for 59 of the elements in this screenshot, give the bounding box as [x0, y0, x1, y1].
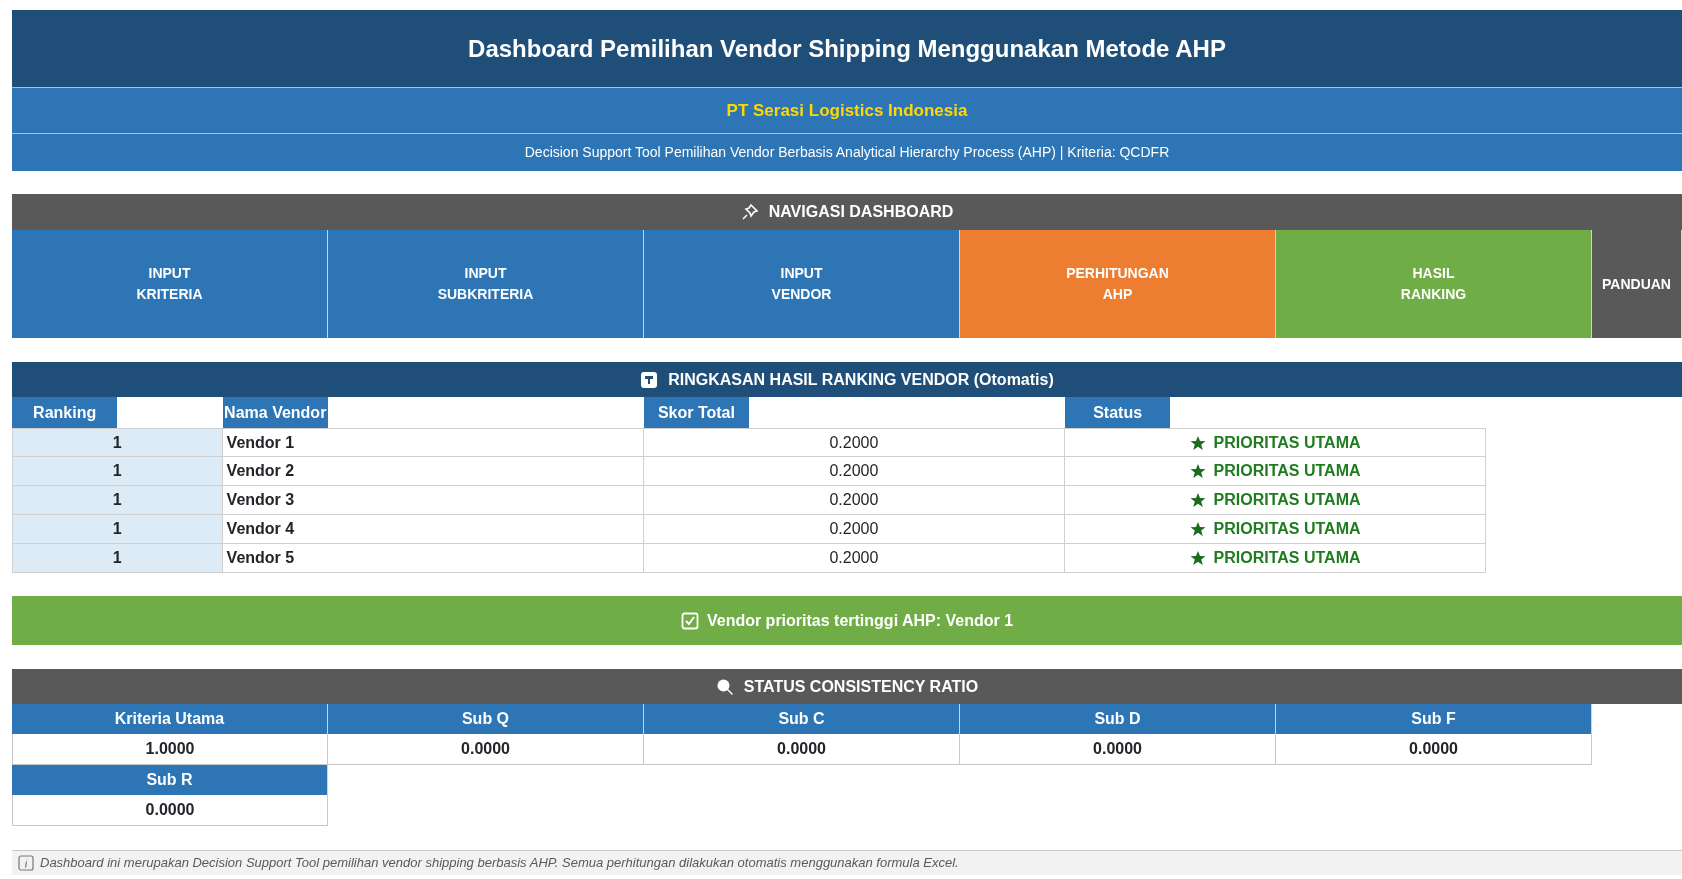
column-header: Nama Vendor — [222, 397, 328, 428]
score-cell: 0.2000 — [643, 486, 1065, 515]
score-cell: 0.2000 — [643, 515, 1065, 544]
footer-note: Dashboard ini merupakan Decision Support Tool pemilihan vendor shipping berbasis AHP. Semua perhitungan dilakukan otomatis menggunakan formula Excel. — [40, 854, 959, 873]
column-header: Kriteria Utama — [12, 704, 328, 734]
section-title: RINGKASAN HASIL RANKING VENDOR (Otomatis) — [668, 369, 1054, 390]
nav-button[interactable]: PERHITUNGAN AHP — [960, 230, 1276, 338]
checkbox-icon — [680, 611, 699, 630]
company-name: PT Serasi Logistics Indonesia — [12, 88, 1682, 134]
column-header: Skor Total — [643, 397, 750, 428]
status-label: PRIORITAS UTAMA — [1213, 490, 1361, 510]
pushpin-icon — [740, 203, 759, 221]
section-title: NAVIGASI DASHBOARD — [768, 202, 954, 222]
subtitle: Decision Support Tool Pemilihan Vendor Berbasis Analytical Hierarchy Process (AHP) | Kriteria: QCDFR — [12, 134, 1682, 171]
column-header: Ranking — [12, 397, 118, 428]
star-icon — [1189, 550, 1206, 566]
column-header: Sub F — [1276, 704, 1592, 734]
ratio-value: 0.0000 — [12, 795, 328, 826]
vendor-name: Vendor 3 — [222, 486, 644, 515]
column-header: Status — [1064, 397, 1171, 428]
ratio-value: 0.0000 — [1276, 734, 1592, 765]
score-cell: 0.2000 — [643, 428, 1065, 457]
vendor-name: Vendor 4 — [222, 515, 644, 544]
column-header: Sub R — [12, 765, 328, 795]
rank-cell: 1 — [12, 457, 223, 486]
nav-button[interactable]: INPUT KRITERIA — [12, 230, 328, 338]
rank-cell: 1 — [12, 486, 223, 515]
nav-button[interactable]: INPUT SUBKRITERIA — [328, 230, 644, 338]
nav-button[interactable]: INPUT VENDOR — [644, 230, 960, 338]
status-label: PRIORITAS UTAMA — [1213, 461, 1361, 481]
dashboard-title: Dashboard Pemilihan Vendor Shipping Menggunakan Metode AHP — [12, 10, 1682, 88]
star-icon — [1189, 521, 1206, 537]
star-icon — [1189, 434, 1206, 451]
star-icon — [1189, 463, 1206, 479]
status-label: PRIORITAS UTAMA — [1213, 432, 1361, 453]
column-header: Sub Q — [328, 704, 644, 734]
rank-cell: 1 — [12, 428, 223, 457]
score-cell: 0.2000 — [643, 457, 1065, 486]
rank-cell: 1 — [12, 544, 223, 573]
ratio-value: 0.0000 — [644, 734, 960, 765]
rank-cell: 1 — [12, 515, 223, 544]
nav-button[interactable]: PANDUAN — [1592, 230, 1682, 338]
status-label: PRIORITAS UTAMA — [1213, 519, 1361, 539]
vendor-name: Vendor 1 — [222, 428, 644, 457]
score-cell: 0.2000 — [643, 544, 1065, 573]
column-header: Sub D — [960, 704, 1276, 734]
info-icon — [18, 855, 34, 871]
vendor-name: Vendor 5 — [222, 544, 644, 573]
column-header: Sub C — [644, 704, 960, 734]
ratio-value: 0.0000 — [328, 734, 644, 765]
search-icon — [715, 677, 734, 696]
status-label: PRIORITAS UTAMA — [1213, 548, 1361, 568]
ratio-value: 0.0000 — [960, 734, 1276, 765]
board-icon — [640, 370, 659, 389]
nav-button[interactable]: HASIL RANKING — [1276, 230, 1592, 338]
star-icon — [1189, 492, 1206, 508]
vendor-name: Vendor 2 — [222, 457, 644, 486]
section-title: STATUS CONSISTENCY RATIO — [743, 676, 979, 697]
banner-text: Vendor prioritas tertinggi AHP: Vendor 1 — [706, 610, 1014, 631]
